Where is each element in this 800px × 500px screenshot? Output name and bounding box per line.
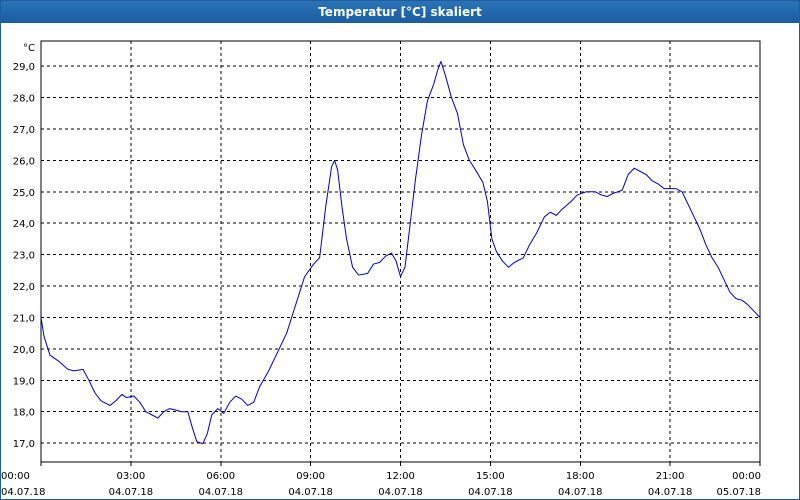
y-tick-label: 28,0	[13, 94, 35, 105]
x-tick-date-label: 04.07.18	[468, 487, 513, 498]
x-tick-date-label: 04.07.18	[648, 487, 693, 498]
x-tick-time-label: 06:00	[206, 471, 235, 482]
x-tick-time-label: 00:00	[1, 471, 30, 482]
x-tick-date-label: 04.07.18	[288, 487, 333, 498]
y-tick-label: 25,0	[13, 188, 35, 199]
x-tick-time-label: 21:00	[656, 471, 685, 482]
y-tick-label: 27,0	[13, 125, 35, 136]
y-tick-label: 19,0	[13, 376, 35, 387]
x-tick-time-label: 18:00	[566, 471, 595, 482]
y-tick-label: 24,0	[13, 219, 35, 230]
x-tick-date-label: 04.07.18	[1, 487, 46, 498]
chart-window: Temperatur [°C] skaliert 29,0 28,0 27,0 26,…	[0, 0, 800, 500]
grid-lines	[40, 40, 761, 463]
y-axis-ticks: 29,0 28,0 27,0 26,0 25,0 24,0 23,0 22,0 21,0 20,0…	[13, 43, 35, 450]
x-tick-time-label: 12:00	[386, 471, 415, 482]
x-tick-time-label: 03:00	[116, 471, 145, 482]
y-tick-label: 20,0	[13, 345, 35, 356]
x-tick-time-label: 00:00	[732, 471, 761, 482]
y-tick-label: 21,0	[13, 313, 35, 324]
x-tick-date-label: 04.07.18	[378, 487, 423, 498]
x-tick-date-label: 05.07.18	[716, 487, 761, 498]
x-tick-date-label: 04.07.18	[109, 487, 154, 498]
y-tick-label: 22,0	[13, 282, 35, 293]
y-tick-label: 26,0	[13, 156, 35, 167]
y-tick-label: 29,0	[13, 62, 35, 73]
y-tick-label: 18,0	[13, 408, 35, 419]
x-tick-time-label: 09:00	[296, 471, 325, 482]
y-axis-unit-label: °C	[23, 43, 35, 54]
y-tick-label: 17,0	[13, 439, 35, 450]
x-axis-ticks: 00:00 04.07.18 03:00 04.07.18 06:00 04.07.18 0…	[1, 462, 761, 498]
temperature-chart: 29,0 28,0 27,0 26,0 25,0 24,0 23,0 22,0 21,0 20,0…	[1, 40, 761, 498]
x-tick-time-label: 15:00	[476, 471, 505, 482]
x-tick-date-label: 04.07.18	[558, 487, 603, 498]
chart-area: 29,0 28,0 27,0 26,0 25,0 24,0 23,0 22,0 21,0 20,0…	[1, 23, 799, 499]
x-tick-date-label: 04.07.18	[198, 487, 243, 498]
window-title: Temperatur [°C] skaliert	[1, 1, 799, 23]
y-tick-label: 23,0	[13, 251, 35, 262]
